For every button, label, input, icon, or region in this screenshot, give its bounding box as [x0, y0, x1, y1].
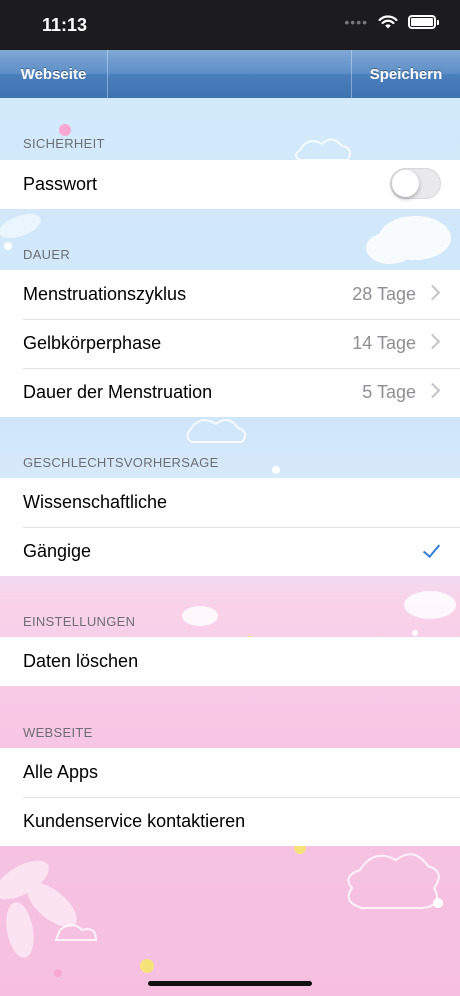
period-length-row[interactable]: Dauer der Menstruation 5 Tage — [0, 368, 460, 417]
flower — [140, 959, 154, 973]
row-value: 28 Tage — [352, 284, 416, 304]
wifi-icon — [378, 14, 398, 28]
password-row: Passwort — [0, 160, 460, 209]
luteal-phase-row[interactable]: Gelbkörperphase 14 Tage — [0, 319, 460, 368]
status-time: 11:13 — [42, 15, 88, 35]
all-apps-row[interactable]: Alle Apps — [0, 748, 460, 797]
checkmark-icon — [422, 539, 441, 559]
sparkle — [433, 898, 443, 908]
status-icons: •••• — [344, 14, 439, 30]
website-group: Alle Apps Kundenservice kontaktieren — [0, 748, 460, 846]
row-label: Alle Apps — [23, 762, 99, 782]
section-header-website: WEBSEITE — [23, 725, 93, 740]
chevron-right-icon — [424, 284, 441, 301]
contact-support-row[interactable]: Kundenservice kontaktieren — [0, 797, 460, 846]
security-group: Passwort — [0, 160, 460, 209]
home-indicator — [148, 981, 312, 986]
password-label: Passwort — [23, 174, 98, 194]
gender-prediction-group: Wissenschaftliche Gängige — [0, 478, 460, 576]
flower — [59, 124, 71, 136]
row-label: Gängige — [23, 541, 92, 561]
status-bar: 11:13 •••• — [0, 0, 460, 50]
signal-dots-icon: •••• — [344, 14, 368, 30]
row-label: Dauer der Menstruation — [23, 382, 213, 402]
row-label: Gelbkörperphase — [23, 333, 162, 353]
row-label: Daten löschen — [23, 651, 139, 671]
delete-data-row[interactable]: Daten löschen — [0, 637, 460, 686]
section-header-settings: EINSTELLUNGEN — [23, 614, 136, 629]
petal — [0, 213, 41, 239]
password-toggle[interactable] — [390, 168, 441, 199]
sparkle — [412, 630, 418, 636]
flower — [54, 969, 62, 977]
settings-group: Daten löschen — [0, 637, 460, 686]
section-header-security: SICHERHEIT — [23, 136, 105, 151]
cloud-outline — [295, 138, 351, 161]
cloud-outline — [186, 418, 247, 443]
battery-icon — [408, 15, 439, 29]
row-label: Wissenschaftliche — [23, 492, 168, 512]
cloud — [182, 606, 218, 626]
common-method-row[interactable]: Gängige — [0, 527, 460, 576]
section-header-gender: GESCHLECHTSVORHERSAGE — [23, 455, 219, 470]
chevron-right-icon — [424, 382, 441, 399]
toggle-knob — [392, 170, 419, 197]
cloud-outline — [347, 853, 440, 909]
row-value: 14 Tage — [352, 333, 416, 353]
cloud — [366, 232, 414, 264]
row-label: Menstruationszyklus — [23, 284, 187, 304]
scientific-method-row[interactable]: Wissenschaftliche — [0, 478, 460, 527]
section-header-duration: DAUER — [23, 247, 71, 262]
row-value: 5 Tage — [362, 382, 416, 402]
save-button[interactable]: Speichern — [351, 50, 460, 98]
duration-group: Menstruationszyklus 28 Tage Gelbkörperph… — [0, 270, 460, 417]
cloud-outline — [54, 924, 98, 941]
row-label: Kundenservice kontaktieren — [23, 811, 246, 831]
sparkle — [272, 466, 280, 474]
webseite-button[interactable]: Webseite — [0, 50, 108, 98]
chevron-right-icon — [424, 333, 441, 350]
cloud — [404, 591, 456, 619]
petal — [6, 902, 34, 958]
sparkle — [4, 242, 12, 250]
cycle-length-row[interactable]: Menstruationszyklus 28 Tage — [0, 270, 460, 319]
navigation-bar: Webseite Speichern — [0, 50, 460, 98]
